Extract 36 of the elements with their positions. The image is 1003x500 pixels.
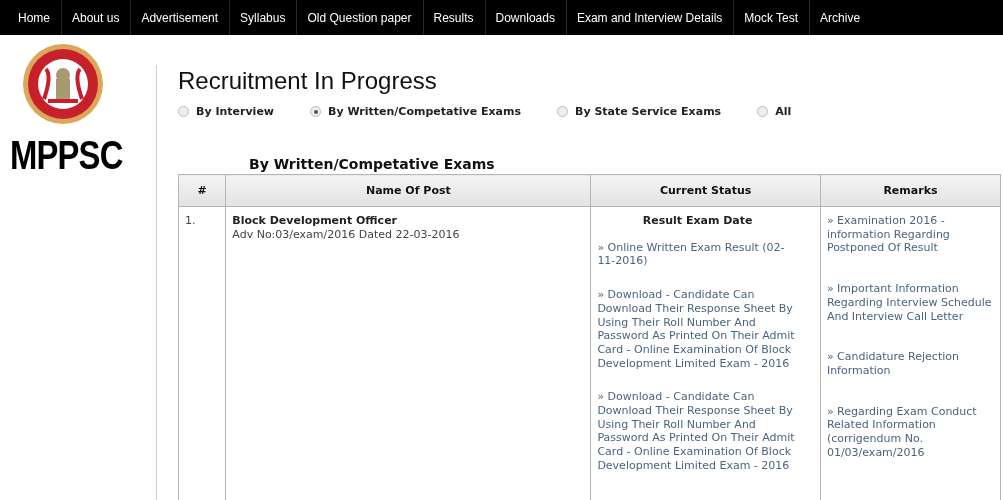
remark-link[interactable]: » Examination 2016 - information Regarding Postponed Of Result [826, 214, 994, 256]
radio-label[interactable]: By Interview [196, 105, 274, 118]
nav-link[interactable]: Exam and Interview Details [566, 0, 735, 35]
remark-link[interactable]: » Regarding Exam Conduct Related Information (corrigendum No. 01/03/exam/2016 [826, 404, 994, 460]
remark-link[interactable]: » Important Information Regarding Interview Schedule And Interview Call Letter [826, 282, 994, 324]
nav-link[interactable]: Old Question paper [297, 0, 424, 35]
nav-link[interactable]: Advertisement [131, 0, 231, 35]
radio-button[interactable] [757, 106, 769, 117]
section-title: By Written/Competative Exams [249, 156, 496, 172]
nav-link[interactable]: Downloads [485, 0, 567, 35]
radio-label[interactable]: By Written/Competative Exams [328, 105, 521, 118]
nav-link[interactable]: Syllabus [230, 0, 298, 35]
radio-button[interactable] [178, 106, 189, 117]
nav-link[interactable]: Results [423, 0, 486, 35]
row-number: 1. [185, 214, 197, 228]
status-link[interactable]: » Download - Candidate Can Download Their Response Sheet By Using Their Roll Number And Password As Printed On Their Admit Card - Online Examination Of Block Development Limited Exam - 2016 [597, 390, 798, 473]
nav-link[interactable]: Mock Test [734, 0, 811, 35]
column-header: Remarks [820, 174, 1001, 207]
page-title: Recruitment In Progress [178, 67, 438, 95]
status-link[interactable]: » Online Written Exam Result (02-11-2016) [597, 240, 798, 269]
post-name: Block Development Officer [232, 214, 398, 228]
column-header: Current Status [590, 174, 821, 207]
remark-link[interactable]: » Candidature Rejection Information [826, 350, 994, 378]
advertisement-text: Adv No:03/exam/2016 Dated 22-03-2016 [232, 227, 461, 242]
radio-label[interactable]: All [775, 105, 792, 118]
radio-button[interactable] [310, 106, 321, 117]
logo-text: MPPSC [10, 133, 123, 177]
radio-button[interactable] [557, 106, 568, 117]
radio-label[interactable]: By State Service Exams [575, 105, 722, 118]
column-header: # [178, 174, 226, 207]
column-header: Name Of Post [225, 174, 591, 207]
nav-link[interactable]: Archive [810, 0, 872, 35]
nav-link[interactable]: About us [62, 0, 132, 35]
status-heading: Result Exam Date [641, 214, 754, 228]
status-link[interactable]: » Download - Candidate Can Download Their Response Sheet By Using Their Roll Number And Password As Printed On Their Admit Card - Online Examination Of Block Development Limited Exam - 2016 [597, 288, 798, 371]
nav-link[interactable]: Home [8, 0, 62, 35]
